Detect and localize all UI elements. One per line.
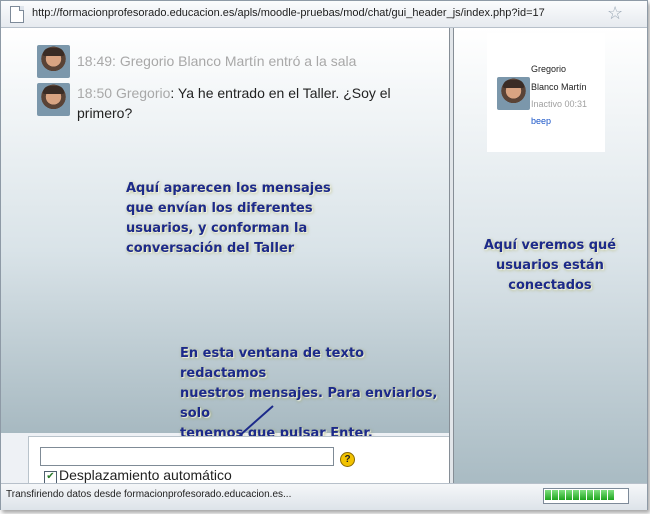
pointer-arrow [215,405,274,458]
user-last-name: Blanco Martín [531,82,587,92]
annotation-line: usuarios están [496,258,604,273]
users-pane: Gregorio Blanco Martín Inactivo 00:31 be… [454,28,647,483]
status-bar: Transfiriendo datos desde formacionprofe… [1,483,647,510]
help-icon[interactable]: ? [340,452,355,467]
user-idle-time: Inactivo 00:31 [531,99,588,109]
annotation-users: Aquí veremos qué usuarios están conectad… [475,236,625,296]
chat-frame: 18:49: Gregorio Blanco Martín entró a la… [1,28,647,484]
annotation-line: Aquí veremos qué [483,238,617,253]
messages-pane: 18:49: Gregorio Blanco Martín entró a la… [1,28,449,458]
autoscroll-label: Desplazamiento automático [59,467,232,483]
page-icon [10,6,24,23]
browser-window: http://formacionprofesorado.educacion.es… [0,0,648,510]
status-text: Transfiriendo datos desde formacionprofe… [6,489,292,500]
star-icon[interactable]: ☆ [607,2,623,24]
progress-bar [543,488,629,504]
address-bar[interactable]: http://formacionprofesorado.educacion.es… [1,1,647,28]
beep-link[interactable]: beep [531,116,551,126]
input-panel: ? ✔ Desplazamiento automático [28,436,450,484]
url-text[interactable]: http://formacionprofesorado.educacion.es… [32,7,545,19]
user-card: Gregorio Blanco Martín Inactivo 00:31 be… [487,33,605,152]
message-input[interactable] [40,447,334,466]
avatar [497,77,530,110]
user-first-name: Gregorio [531,64,567,74]
annotation-line: conectados [508,278,592,293]
